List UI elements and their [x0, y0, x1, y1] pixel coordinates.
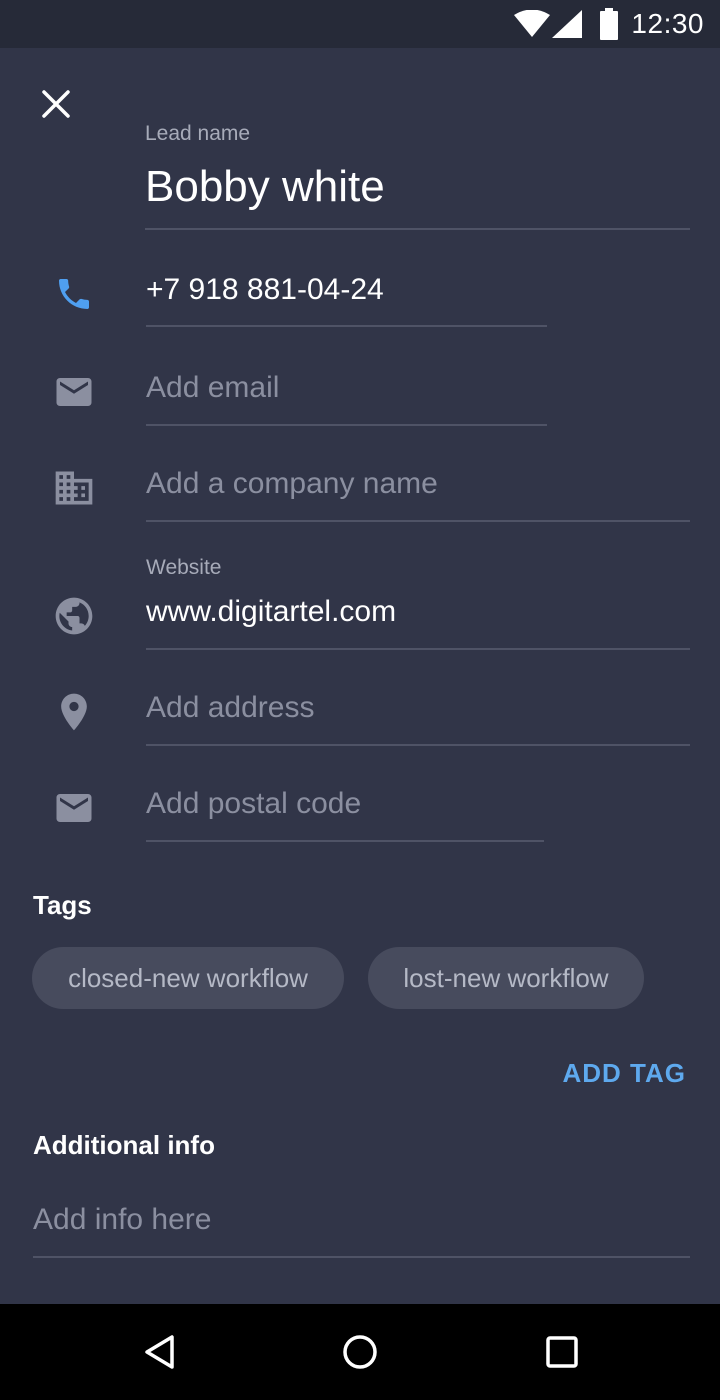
wifi-icon — [514, 10, 550, 37]
address-input[interactable]: Add address — [146, 691, 314, 725]
additional-info-input[interactable]: Add info here — [33, 1203, 211, 1237]
address-underline — [146, 744, 690, 746]
lead-name-label: Lead name — [145, 122, 251, 145]
navigation-bar — [0, 1304, 720, 1400]
phone-icon-wrap — [50, 270, 98, 318]
back-icon — [145, 1335, 174, 1369]
status-time: 12:30 — [631, 8, 704, 39]
tag-chip[interactable]: lost-new workflow — [368, 947, 644, 1009]
recents-button[interactable] — [538, 1328, 586, 1376]
email-icon — [56, 794, 92, 822]
lead-name-input[interactable]: Bobby white — [145, 162, 385, 212]
website-underline — [146, 648, 690, 650]
phone-underline — [146, 325, 547, 327]
company-input[interactable]: Add a company name — [146, 467, 438, 501]
lead-name-underline — [145, 228, 690, 230]
home-button[interactable] — [336, 1328, 384, 1376]
tag-chip[interactable]: closed-new workflow — [32, 947, 344, 1009]
business-icon-wrap — [50, 464, 98, 512]
postal-code-underline — [146, 840, 544, 842]
company-underline — [146, 520, 690, 522]
recents-icon — [546, 1336, 578, 1368]
battery-icon — [600, 8, 618, 40]
email-icon-wrap — [50, 368, 98, 416]
close-button[interactable] — [32, 82, 80, 126]
location-pin-icon — [61, 693, 87, 731]
tags-title: Tags — [33, 890, 92, 920]
email-input[interactable]: Add email — [146, 371, 279, 405]
email-underline — [146, 424, 547, 426]
location-pin-icon-wrap — [50, 688, 98, 736]
status-bar: 12:30 — [0, 0, 720, 48]
phone-icon — [59, 279, 89, 309]
add-tag-button[interactable]: ADD TAG — [562, 1058, 686, 1089]
business-icon — [55, 471, 93, 505]
phone-input[interactable]: +7 918 881-04-24 — [146, 273, 384, 307]
additional-info-title: Additional info — [33, 1130, 215, 1160]
globe-icon-wrap — [50, 592, 98, 640]
postal-icon-wrap — [50, 784, 98, 832]
globe-icon — [55, 597, 93, 635]
website-input[interactable]: www.digitartel.com — [146, 595, 396, 629]
close-icon — [42, 90, 70, 118]
postal-code-input[interactable]: Add postal code — [146, 787, 361, 821]
website-label: Website — [146, 556, 222, 579]
additional-info-underline — [33, 1256, 690, 1258]
back-button[interactable] — [136, 1328, 184, 1376]
email-icon — [56, 378, 92, 406]
cellular-signal-icon — [552, 10, 582, 38]
home-icon — [343, 1335, 377, 1369]
